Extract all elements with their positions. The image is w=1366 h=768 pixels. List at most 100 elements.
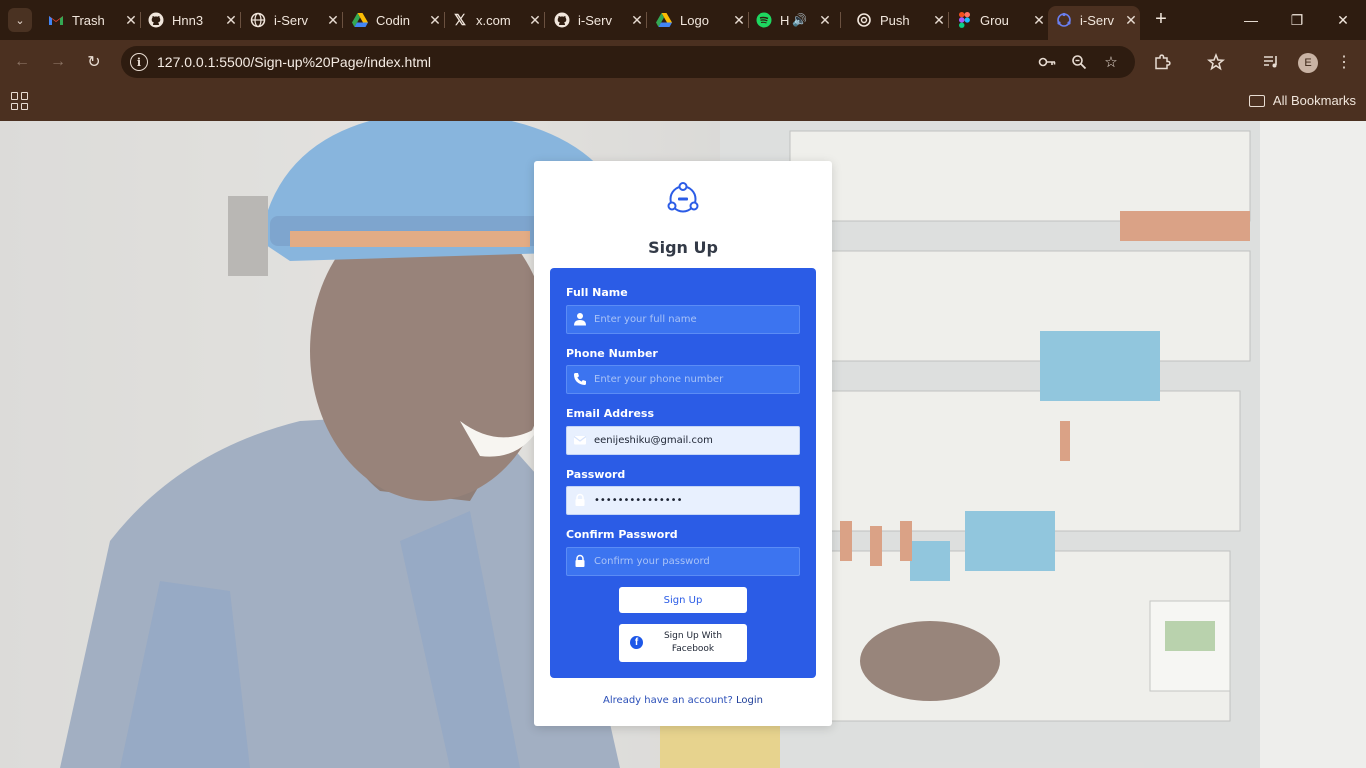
- phone-field[interactable]: [566, 365, 800, 394]
- tab-drive-logo[interactable]: Logo ✕: [648, 6, 749, 34]
- signup-button[interactable]: Sign Up: [619, 587, 747, 613]
- close-window-button[interactable]: ✕: [1320, 4, 1366, 36]
- tab-x[interactable]: 𝕏 x.com ✕: [444, 6, 545, 34]
- full-name-input[interactable]: [594, 306, 794, 333]
- confirm-password-input[interactable]: [594, 548, 794, 575]
- password-key-icon[interactable]: [1037, 52, 1057, 72]
- close-icon[interactable]: ✕: [426, 12, 444, 29]
- tab-drive-coding[interactable]: Codin ✕: [344, 6, 445, 34]
- phone-input[interactable]: [594, 366, 794, 393]
- address-bar[interactable]: i 127.0.0.1:5500/Sign-up%20Page/index.ht…: [121, 46, 1135, 78]
- reload-button[interactable]: ↻: [82, 50, 106, 74]
- full-name-field[interactable]: [566, 305, 800, 334]
- close-icon[interactable]: ✕: [122, 12, 140, 29]
- iservice-icon: [1056, 12, 1072, 28]
- tab-iservice-globe[interactable]: i-Serv ✕: [242, 6, 343, 34]
- phone-label: Phone Number: [566, 347, 658, 360]
- menu-kebab-icon[interactable]: ⋮: [1332, 50, 1356, 74]
- tab-iservice-active[interactable]: i-Serv ✕: [1048, 6, 1140, 40]
- tab-title: i-Serv: [578, 12, 612, 28]
- envelope-icon: [573, 436, 587, 445]
- minimize-icon: —: [1244, 12, 1258, 28]
- google-drive-icon: [352, 12, 368, 28]
- email-input[interactable]: [594, 427, 794, 454]
- reload-icon: ↻: [87, 54, 101, 71]
- tab-spotify[interactable]: H 🔊 ✕: [748, 6, 841, 34]
- url-text[interactable]: 127.0.0.1:5500/Sign-up%20Page/index.html: [157, 54, 431, 70]
- close-icon[interactable]: ✕: [222, 12, 240, 29]
- tab-github[interactable]: Hnn3 ✕: [140, 6, 241, 34]
- close-icon[interactable]: ✕: [930, 12, 948, 29]
- extensions-icon[interactable]: [1150, 50, 1174, 74]
- close-icon[interactable]: ✕: [1030, 12, 1048, 29]
- tab-title: H: [780, 12, 790, 28]
- plus-icon: +: [1155, 8, 1167, 30]
- page-title: Sign Up: [648, 238, 718, 257]
- spotify-icon: [756, 12, 772, 28]
- forward-button[interactable]: →: [46, 50, 70, 74]
- globe-icon: [250, 12, 266, 28]
- login-prompt-text: Already have an account?: [603, 695, 733, 706]
- speaker-icon[interactable]: 🔊: [792, 13, 812, 27]
- tab-search-button[interactable]: ⌄: [8, 8, 32, 32]
- tab-title: i-Serv: [1080, 12, 1114, 28]
- back-button[interactable]: ←: [10, 50, 34, 74]
- email-label: Email Address: [566, 407, 655, 420]
- facebook-signup-button[interactable]: f Sign Up With Facebook: [619, 624, 747, 662]
- bookmark-star-icon[interactable]: ☆: [1101, 52, 1121, 72]
- all-bookmarks-button[interactable]: All Bookmarks: [1248, 93, 1356, 108]
- tab-title: Grou: [980, 12, 1009, 28]
- arrow-left-icon: ←: [14, 53, 30, 70]
- close-icon[interactable]: ✕: [324, 12, 342, 29]
- close-icon[interactable]: ✕: [628, 12, 646, 29]
- tab-strip: ⌄ Trash ✕ Hnn3 ✕ i-Serv ✕ Codin ✕ 𝕏 x.co…: [0, 0, 1366, 40]
- close-icon[interactable]: ✕: [730, 12, 748, 29]
- browser-toolbar: ← → ↻ i 127.0.0.1:5500/Sign-up%20Page/in…: [0, 40, 1366, 84]
- openai-icon: [856, 12, 872, 28]
- tab-github-iservice[interactable]: i-Serv ✕: [546, 6, 647, 34]
- full-name-label: Full Name: [566, 286, 628, 299]
- close-icon[interactable]: ✕: [526, 12, 544, 29]
- bookmarks-bar: All Bookmarks: [0, 84, 1366, 121]
- tab-openai-push[interactable]: Push ✕: [848, 6, 949, 34]
- tab-gmail[interactable]: Trash ✕: [40, 6, 141, 34]
- minimize-button[interactable]: —: [1228, 4, 1274, 36]
- tab-title: Trash: [72, 12, 105, 28]
- page-viewport: Sign Up Full Name Phone Number Email Add…: [0, 121, 1366, 768]
- tab-title: Codin: [376, 12, 410, 28]
- arrow-right-icon: →: [50, 53, 66, 70]
- confirm-password-label: Confirm Password: [566, 528, 678, 541]
- phone-icon: [574, 373, 586, 385]
- chevron-down-icon: ⌄: [15, 14, 25, 27]
- reading-list-icon[interactable]: [1204, 50, 1228, 74]
- new-tab-button[interactable]: +: [1150, 8, 1172, 32]
- zoom-icon[interactable]: [1069, 52, 1089, 72]
- close-icon[interactable]: ✕: [816, 12, 834, 29]
- facebook-button-line1: Sign Up With: [663, 631, 723, 641]
- profile-avatar[interactable]: E: [1298, 53, 1318, 73]
- figma-icon: [956, 12, 972, 28]
- password-input[interactable]: [594, 487, 794, 514]
- login-link[interactable]: Login: [736, 695, 763, 706]
- signup-card: Sign Up Full Name Phone Number Email Add…: [534, 161, 832, 726]
- media-control-icon[interactable]: [1259, 50, 1283, 74]
- password-field[interactable]: [566, 486, 800, 515]
- close-icon[interactable]: ✕: [1122, 12, 1140, 29]
- github-icon: [554, 12, 570, 28]
- tab-figma[interactable]: Grou ✕: [948, 6, 1048, 34]
- x-icon: 𝕏: [453, 12, 467, 29]
- lock-icon: [575, 554, 585, 567]
- iservice-logo: [667, 182, 699, 213]
- login-prompt-row: Already have an account? Login: [534, 695, 832, 706]
- tab-title: Logo: [680, 12, 709, 28]
- site-info-icon[interactable]: i: [130, 53, 148, 71]
- apps-grid-icon[interactable]: [11, 92, 29, 110]
- tab-title: i-Serv: [274, 12, 308, 28]
- restore-button[interactable]: ❐: [1274, 4, 1320, 36]
- facebook-button-line2: Facebook: [671, 644, 715, 654]
- close-icon: ✕: [1337, 11, 1349, 28]
- github-icon: [148, 12, 164, 28]
- email-field[interactable]: [566, 426, 800, 455]
- confirm-password-field[interactable]: [566, 547, 800, 576]
- google-drive-icon: [656, 12, 672, 28]
